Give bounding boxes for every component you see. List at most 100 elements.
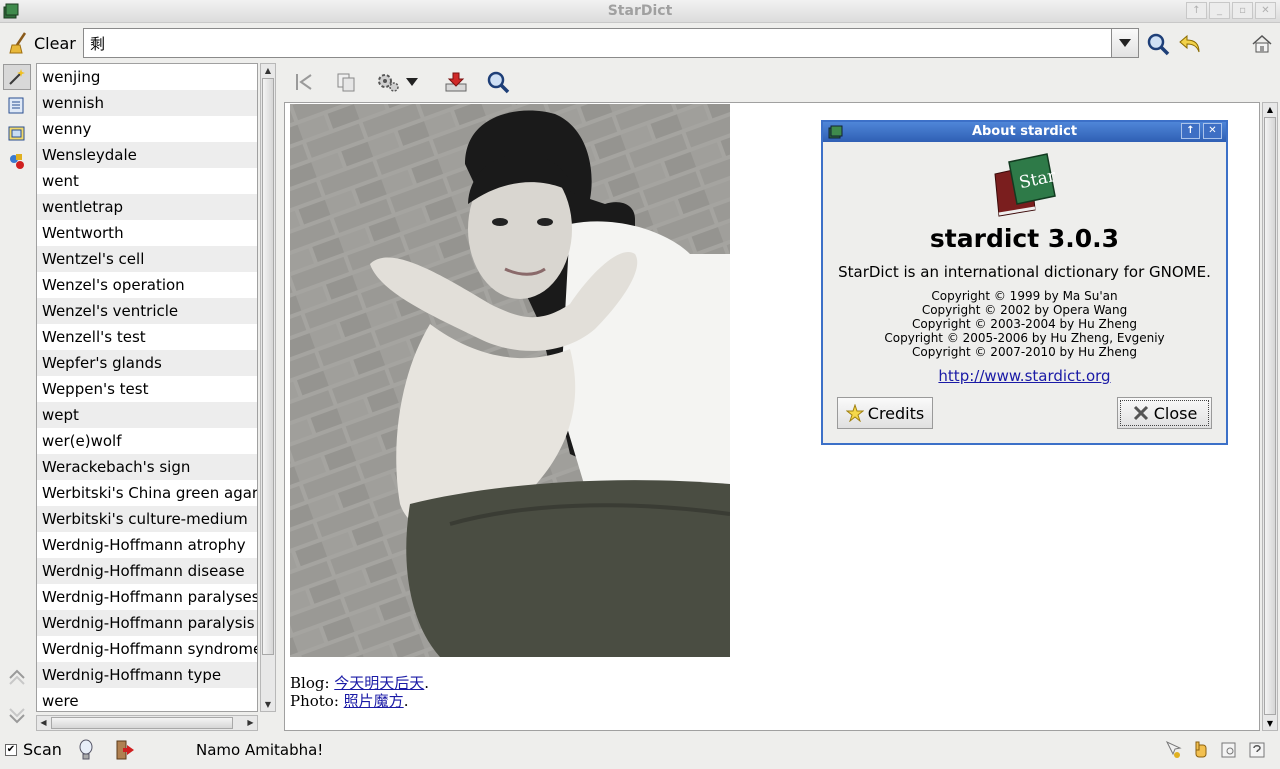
search-in-text-button[interactable] [484,69,512,95]
word-list-item[interactable]: were [37,688,257,711]
word-list-item[interactable]: Wenzel's ventricle [37,298,257,324]
search-bar: Clear [0,23,1280,63]
splash-photo [290,104,730,657]
close-button[interactable]: Close [1117,397,1212,429]
scan-label: Scan [23,740,62,759]
blog-period: . [424,674,430,692]
previous-word-button[interactable] [5,666,29,690]
copy-button[interactable] [332,69,360,95]
word-list-item[interactable]: Werbitski's China green agar [37,480,257,506]
search-button[interactable] [1145,31,1171,57]
scrollbar-thumb[interactable] [51,717,233,729]
word-list-item[interactable]: Weppen's test [37,376,257,402]
history-dropdown-button[interactable] [1111,28,1139,58]
close-button-label: Close [1153,403,1198,423]
notification-toggle-button[interactable] [74,738,98,762]
word-list-item[interactable]: Wepfer's glands [37,350,257,376]
window-raise-button[interactable]: ↑ [1186,2,1207,19]
magic-wand-icon [9,69,25,85]
photo-link[interactable]: 照片魔方 [344,692,404,710]
copyright-line: Copyright © 2003-2004 by Hu Zheng [912,317,1137,331]
word-list-item[interactable]: Wentworth [37,220,257,246]
photo-period: . [403,692,409,710]
word-list-item[interactable]: wenny [37,116,257,142]
word-list-item[interactable]: Werdnig-Hoffmann atrophy [37,532,257,558]
scroll-right-arrow[interactable]: ▶ [244,716,257,730]
photo-label: Photo: [290,692,344,710]
pronounce-menu-button[interactable] [404,69,420,95]
word-list-mode-button[interactable] [3,64,31,90]
back-button[interactable] [1177,31,1203,57]
skip-back-icon [296,74,312,90]
book-info-icon [1221,742,1236,758]
jump-to-top-button[interactable] [290,69,318,95]
scroll-up-arrow[interactable]: ▲ [1263,103,1277,116]
result-list-mode-button[interactable] [3,92,31,118]
word-list-item[interactable]: Werackebach's sign [37,454,257,480]
copyright-line: Copyright © 2002 by Opera Wang [921,303,1128,317]
star-icon [845,404,864,422]
scrollbar-thumb[interactable] [262,78,274,655]
blog-label: Blog: [290,674,335,692]
save-button[interactable] [442,69,470,95]
scan-toggle[interactable]: ✔ Scan [5,740,62,759]
word-list-item[interactable]: went [37,168,257,194]
word-list-item[interactable]: wennish [37,90,257,116]
dialog-close-x-button[interactable]: ✕ [1203,123,1222,139]
website-link[interactable]: http://www.stardict.org [823,367,1226,385]
dialog-raise-button[interactable]: ↑ [1181,123,1200,139]
clear-button[interactable]: Clear [8,29,76,57]
window-maximize-button[interactable]: ▫ [1232,2,1253,19]
word-list-item[interactable]: Wenzell's test [37,324,257,350]
chevron-down-icon [406,78,418,86]
word-list-item[interactable]: Wensleydale [37,142,257,168]
dict-info-button[interactable] [1217,738,1241,762]
home-icon [1252,34,1272,53]
credits-button[interactable]: Credits [837,397,933,429]
quit-button[interactable] [113,738,137,762]
undo-arrow-icon [1179,34,1200,53]
close-icon [1133,405,1148,421]
main-menu-button[interactable] [1249,31,1275,57]
about-button[interactable] [1245,738,1269,762]
word-list[interactable]: wenjing wennish wenny Wensleydale went wentle… [36,63,258,712]
search-input[interactable] [83,28,1112,58]
scrollbar-thumb[interactable] [1264,117,1276,715]
preferences-button[interactable] [1189,738,1213,762]
word-list-item[interactable]: Werdnig-Hoffmann disease [37,558,257,584]
word-list-item[interactable]: wenjing [37,64,257,90]
word-list-item[interactable]: Wentzel's cell [37,246,257,272]
copyright-block: Copyright © 1999 by Ma Su'an Copyright ©… [823,289,1226,359]
fuzzy-search-mode-button[interactable] [3,148,31,174]
word-list-item[interactable]: wept [37,402,257,428]
word-list-item[interactable]: Werdnig-Hoffmann syndrome [37,636,257,662]
dict-manage-button[interactable] [1161,738,1185,762]
scroll-up-arrow[interactable]: ▲ [261,64,275,77]
scan-checkbox[interactable]: ✔ [5,743,17,756]
word-list-item[interactable]: wer(e)wolf [37,428,257,454]
word-list-vertical-scrollbar[interactable]: ▲ ▼ [260,63,276,712]
word-list-item[interactable]: Werdnig-Hoffmann paralyses [37,584,257,610]
word-list-item[interactable]: wentletrap [37,194,257,220]
word-list-item[interactable]: Werbitski's culture-medium [37,506,257,532]
blog-link[interactable]: 今天明天后天 [334,674,424,692]
blog-line: Blog: 今天明天后天. [290,674,429,692]
tree-dict-mode-button[interactable] [3,120,31,146]
word-list-item[interactable]: Werdnig-Hoffmann type [37,662,257,688]
window-minimize-button[interactable]: _ [1209,2,1230,19]
next-word-button[interactable] [5,703,29,727]
app-name-version: stardict 3.0.3 [929,224,1120,253]
word-list-item[interactable]: Werdnig-Hoffmann paralysis [37,610,257,636]
chevron-down-icon [1119,39,1131,47]
scroll-left-arrow[interactable]: ◀ [37,716,50,730]
hand-icon [1195,741,1207,758]
word-list-item[interactable]: Wenzel's operation [37,272,257,298]
word-list-horizontal-scrollbar[interactable]: ◀ ▶ [36,715,258,731]
copy-icon [337,73,355,92]
definition-vertical-scrollbar[interactable]: ▲ ▼ [1262,102,1278,731]
pronounce-button[interactable] [374,69,402,95]
window-close-button[interactable]: ✕ [1255,2,1276,19]
scroll-down-arrow[interactable]: ▼ [1263,717,1277,730]
scroll-down-arrow[interactable]: ▼ [261,698,275,711]
stardict-app-icon [828,125,843,139]
